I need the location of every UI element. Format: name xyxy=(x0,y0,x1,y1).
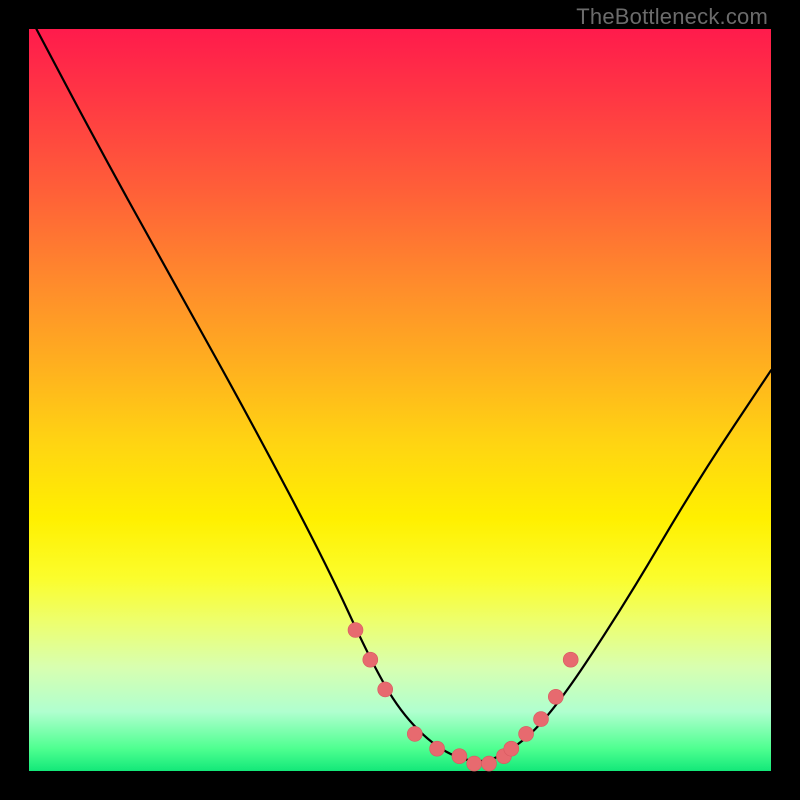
data-marker xyxy=(452,749,467,764)
plot-area xyxy=(29,29,771,771)
data-marker xyxy=(430,741,445,756)
data-marker xyxy=(482,756,497,771)
data-marker xyxy=(378,682,393,697)
watermark-text: TheBottleneck.com xyxy=(576,4,768,30)
data-marker xyxy=(563,652,578,667)
data-marker xyxy=(348,623,363,638)
data-marker xyxy=(534,712,549,727)
data-marker xyxy=(467,756,482,771)
data-marker xyxy=(407,726,422,741)
chart-frame: TheBottleneck.com xyxy=(0,0,800,800)
bottleneck-curve xyxy=(36,29,771,761)
data-marker xyxy=(548,689,563,704)
data-marker xyxy=(519,726,534,741)
marker-group xyxy=(348,623,578,772)
curve-svg xyxy=(29,29,771,771)
data-marker xyxy=(363,652,378,667)
data-marker xyxy=(504,741,519,756)
